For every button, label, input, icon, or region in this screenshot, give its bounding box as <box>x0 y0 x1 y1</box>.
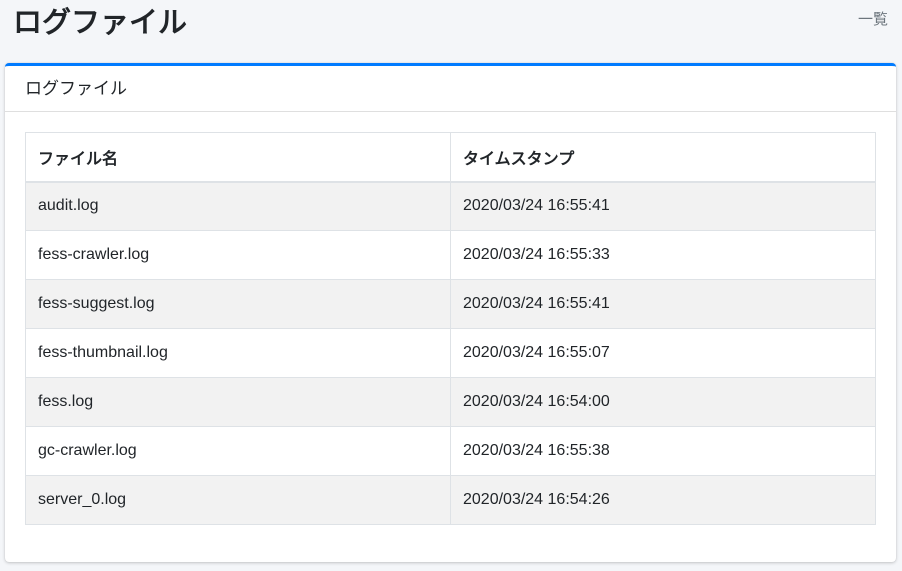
file-name-cell: fess.log <box>25 377 451 427</box>
file-name-cell: fess-crawler.log <box>25 230 451 280</box>
table-row[interactable]: gc-crawler.log 2020/03/24 16:55:38 <box>25 426 876 476</box>
timestamp-cell: 2020/03/24 16:54:00 <box>450 377 876 427</box>
card-body: ファイル名 タイムスタンプ audit.log 2020/03/24 16:55… <box>5 112 896 545</box>
file-name-cell: audit.log <box>25 181 451 231</box>
file-name-cell: server_0.log <box>25 475 451 525</box>
timestamp-cell: 2020/03/24 16:55:41 <box>450 279 876 329</box>
breadcrumb-item-list: 一覧 <box>857 10 888 28</box>
timestamp-cell: 2020/03/24 16:55:33 <box>450 230 876 280</box>
table-head: ファイル名 タイムスタンプ <box>25 132 876 183</box>
timestamp-cell: 2020/03/24 16:54:26 <box>450 475 876 525</box>
table-row[interactable]: fess-crawler.log 2020/03/24 16:55:33 <box>25 230 876 280</box>
file-name-cell: fess-suggest.log <box>25 279 451 329</box>
card-header: ログファイル <box>5 66 896 112</box>
file-name-cell: gc-crawler.log <box>25 426 451 476</box>
table-header-row: ファイル名 タイムスタンプ <box>25 132 876 183</box>
table-row[interactable]: fess-suggest.log 2020/03/24 16:55:41 <box>25 279 876 329</box>
timestamp-cell: 2020/03/24 16:55:38 <box>450 426 876 476</box>
table-row[interactable]: fess-thumbnail.log 2020/03/24 16:55:07 <box>25 328 876 378</box>
table-row[interactable]: fess.log 2020/03/24 16:54:00 <box>25 377 876 427</box>
log-file-card: ログファイル ファイル名 タイムスタンプ audit.log 2020/03/2… <box>5 63 896 562</box>
page-header: ログファイル 一覧 <box>0 0 902 62</box>
table-row[interactable]: audit.log 2020/03/24 16:55:41 <box>25 181 876 231</box>
breadcrumb: 一覧 <box>858 9 888 29</box>
timestamp-cell: 2020/03/24 16:55:41 <box>450 181 876 231</box>
page-title: ログファイル <box>13 5 188 39</box>
log-file-table: ファイル名 タイムスタンプ audit.log 2020/03/24 16:55… <box>25 132 876 525</box>
card-title: ログファイル <box>25 78 127 99</box>
column-header-file-name: ファイル名 <box>25 132 451 183</box>
file-name-cell: fess-thumbnail.log <box>25 328 451 378</box>
column-header-timestamp: タイムスタンプ <box>450 132 876 183</box>
table-row[interactable]: server_0.log 2020/03/24 16:54:26 <box>25 475 876 525</box>
timestamp-cell: 2020/03/24 16:55:07 <box>450 328 876 378</box>
table-body: audit.log 2020/03/24 16:55:41 fess-crawl… <box>25 181 876 525</box>
